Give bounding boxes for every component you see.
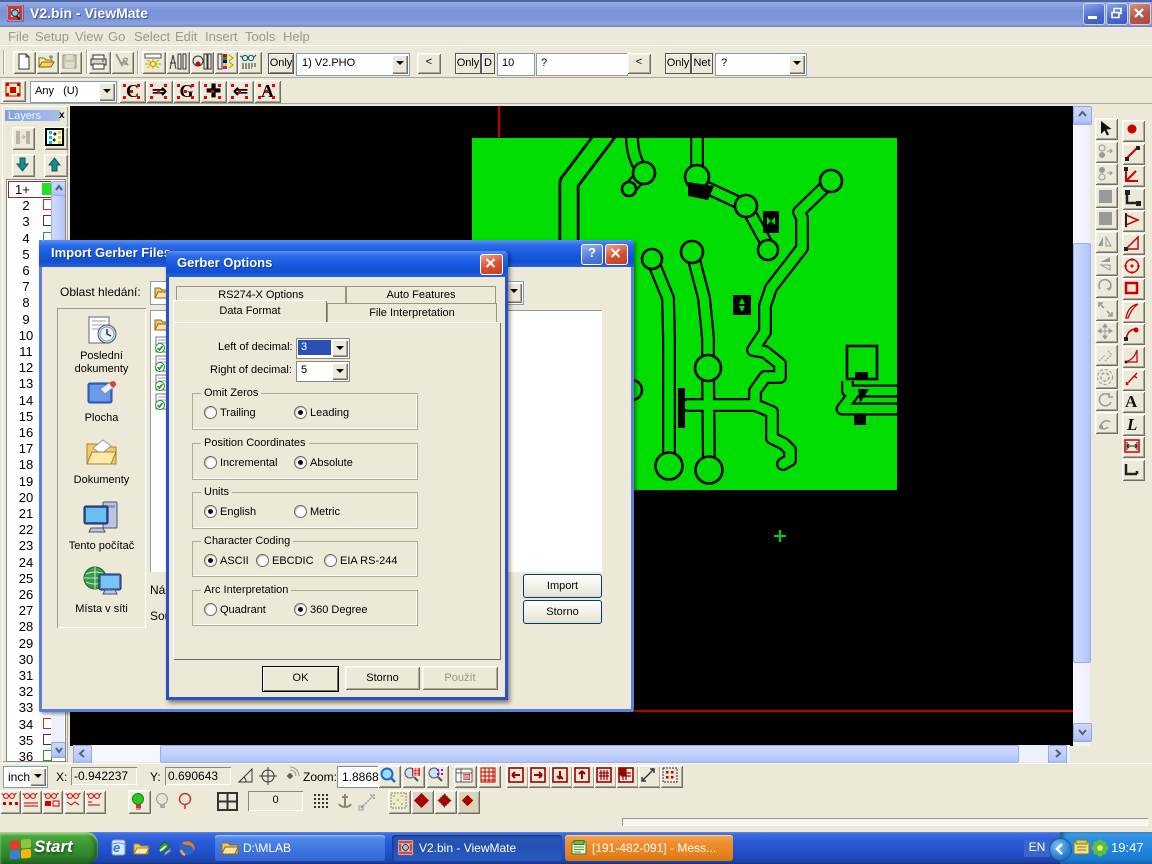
svg-text:A: A [1125,392,1138,411]
svg-text:?: ? [122,56,129,68]
svg-text:e: e [113,840,120,855]
svg-text:L: L [1126,415,1137,434]
